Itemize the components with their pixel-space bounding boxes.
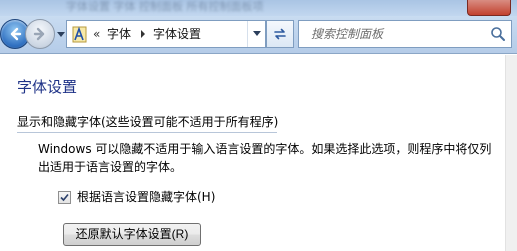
breadcrumb-font-settings[interactable]: 字体设置	[153, 26, 201, 42]
search-input[interactable]: 搜索控制面板	[298, 20, 512, 48]
fonts-folder-icon	[72, 26, 87, 43]
hide-fonts-label[interactable]: 根据语言设置隐藏字体(H)	[77, 189, 215, 205]
chevron-down-icon	[56, 31, 65, 37]
forward-arrow-icon	[33, 27, 45, 41]
section-heading: 显示和隐藏字体(这些设置可能不适用于所有程序)	[17, 115, 279, 129]
page-title: 字体设置	[17, 78, 78, 96]
search-placeholder: 搜索控制面板	[311, 27, 384, 41]
back-arrow-icon	[10, 27, 22, 41]
address-overflow-chevron[interactable]: «	[93, 26, 100, 42]
explorer-window: 字体设置 字体 控制面板 所有控制面板项 « 字体 字体设置 搜索控制面板 字体…	[0, 0, 517, 251]
content-pane: 字体设置 显示和隐藏字体(这些设置可能不适用于所有程序) Windows 可以隐…	[0, 55, 505, 251]
description-text: Windows 可以隐藏不适用于输入语言设置的字体。如果选择此选项，则程序中将仅…	[38, 142, 492, 174]
refresh-icon	[274, 28, 286, 40]
close-window-button[interactable]	[467, 0, 511, 16]
recent-pages-dropdown[interactable]	[56, 30, 65, 39]
address-dropdown-button[interactable]	[247, 21, 265, 47]
chevron-down-icon	[252, 31, 261, 36]
hide-fonts-option[interactable]: 根据语言设置隐藏字体(H)	[58, 188, 215, 206]
forward-button[interactable]	[25, 19, 55, 49]
restore-default-fonts-button[interactable]: 还原默认字体设置(R)	[63, 223, 201, 246]
checkmark-icon	[60, 193, 69, 201]
refresh-button[interactable]	[266, 20, 294, 48]
hide-fonts-checkbox[interactable]	[58, 190, 71, 204]
address-bar[interactable]: « 字体 字体设置	[66, 20, 266, 48]
title-bar: 字体设置 字体 控制面板 所有控制面板项	[0, 0, 517, 16]
section-divider	[17, 132, 277, 133]
breadcrumb-fonts[interactable]: 字体	[107, 26, 131, 42]
vertical-scrollbar[interactable]	[505, 55, 517, 251]
search-icon[interactable]	[489, 25, 507, 43]
window-title: 字体设置 字体 控制面板 所有控制面板项	[66, 0, 264, 13]
breadcrumb-separator-icon[interactable]	[139, 27, 147, 41]
navigation-bar: « 字体 字体设置 搜索控制面板	[0, 16, 517, 54]
